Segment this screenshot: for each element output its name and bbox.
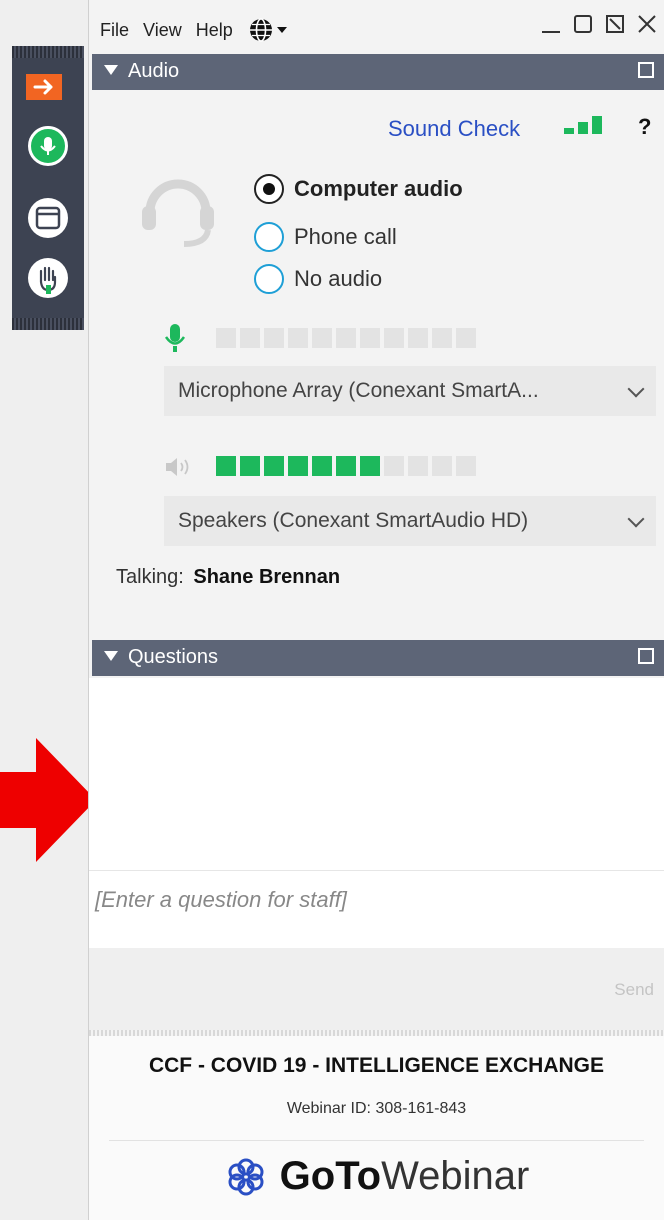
- meter-segment: [384, 456, 404, 476]
- microphone-device: Microphone Array (Conexant SmartA...: [178, 379, 539, 402]
- meter-segment: [360, 328, 380, 348]
- chevron-down-icon: [627, 380, 645, 398]
- meter-segment: [408, 456, 428, 476]
- help-mark[interactable]: ?: [638, 114, 651, 140]
- close-icon[interactable]: [636, 12, 658, 36]
- webinar-title: CCF - COVID 19 - INTELLIGENCE EXCHANGE: [148, 1054, 605, 1077]
- collapse-triangle-icon: [104, 651, 118, 661]
- speaker-select[interactable]: Speakers (Conexant SmartAudio HD): [164, 496, 656, 546]
- webinar-footer: CCF - COVID 19 - INTELLIGENCE EXCHANGE W…: [89, 1036, 664, 1220]
- meter-segment: [264, 456, 284, 476]
- meter-segment: [264, 328, 284, 348]
- meter-segment: [288, 328, 308, 348]
- meter-segment: [408, 328, 428, 348]
- meter-segment: [432, 328, 452, 348]
- logo-icon: [228, 1158, 264, 1195]
- sound-check-link[interactable]: Sound Check: [388, 116, 520, 142]
- meter-segment: [288, 456, 308, 476]
- menu-view[interactable]: View: [143, 20, 182, 41]
- talking-row: Talking: Shane Brennan: [116, 566, 340, 589]
- popout-icon[interactable]: [638, 648, 654, 664]
- red-arrow-icon: [0, 738, 96, 862]
- audio-title: Audio: [128, 60, 180, 82]
- menu-bar: File View Help: [100, 10, 287, 50]
- send-area: Send: [89, 948, 664, 1030]
- headset-icon: [142, 179, 214, 247]
- microphone-icon: [40, 137, 56, 155]
- globe-icon: [249, 18, 272, 42]
- label-phone-call[interactable]: Phone call: [294, 224, 397, 250]
- signal-bars-icon: [564, 116, 602, 134]
- speaker-icon: [166, 458, 189, 476]
- radio-no-audio[interactable]: [254, 264, 284, 294]
- send-button[interactable]: Send: [614, 980, 654, 1000]
- popout-icon[interactable]: [604, 12, 626, 36]
- meter-segment: [456, 328, 476, 348]
- raise-hand-icon: [39, 266, 57, 294]
- control-toolbar: [12, 46, 84, 330]
- brand-goto: GoTo: [279, 1154, 382, 1198]
- radio-phone-call[interactable]: [254, 222, 284, 252]
- caret-down-icon: [276, 27, 287, 33]
- arrow-right-icon: [33, 79, 53, 95]
- brand-webinar: Webinar: [381, 1154, 530, 1198]
- question-input[interactable]: [Enter a question for staff]: [89, 870, 664, 949]
- meter-segment: [336, 456, 356, 476]
- meter-segment: [336, 328, 356, 348]
- mute-button[interactable]: [28, 126, 68, 166]
- chevron-down-icon: [627, 510, 645, 528]
- radio-computer-audio[interactable]: [254, 174, 284, 204]
- label-computer-audio[interactable]: Computer audio: [294, 176, 463, 202]
- meter-segment: [312, 456, 332, 476]
- meter-segment: [432, 456, 452, 476]
- microphone-icon: [164, 324, 186, 352]
- questions-title: Questions: [128, 646, 219, 668]
- questions-header[interactable]: Questions: [92, 640, 664, 676]
- footer-divider: [109, 1140, 644, 1141]
- talking-label: Talking:: [116, 566, 184, 588]
- popout-icon[interactable]: [638, 62, 654, 78]
- meter-segment: [240, 456, 260, 476]
- raise-hand-button[interactable]: [28, 258, 68, 298]
- label-no-audio[interactable]: No audio: [294, 266, 382, 292]
- menu-file[interactable]: File: [100, 20, 129, 41]
- meter-segment: [216, 456, 236, 476]
- collapse-triangle-icon: [104, 65, 118, 75]
- screen-button[interactable]: [28, 198, 68, 238]
- meter-segment: [360, 456, 380, 476]
- webinar-id: Webinar ID: 308-161-843: [286, 1100, 467, 1117]
- talking-name: Shane Brennan: [193, 566, 341, 588]
- meter-segment: [384, 328, 404, 348]
- audio-header[interactable]: Audio: [92, 54, 664, 90]
- language-menu[interactable]: [247, 16, 287, 44]
- question-placeholder: [Enter a question for staff]: [95, 887, 347, 912]
- meter-segment: [456, 456, 476, 476]
- window-icon: [35, 206, 61, 230]
- window-controls: [540, 12, 658, 36]
- meter-segment: [216, 328, 236, 348]
- maximize-icon[interactable]: [572, 12, 594, 36]
- menu-help[interactable]: Help: [196, 20, 233, 41]
- meter-segment: [240, 328, 260, 348]
- mic-level-meter: [216, 328, 476, 348]
- speaker-level-meter: [216, 456, 476, 476]
- speaker-device: Speakers (Conexant SmartAudio HD): [178, 509, 529, 532]
- collapse-panel-button[interactable]: [26, 74, 62, 100]
- meter-segment: [312, 328, 332, 348]
- questions-log: [89, 678, 664, 870]
- minimize-icon[interactable]: [540, 12, 562, 36]
- brand-logo: GoToWebinar: [89, 1154, 664, 1199]
- microphone-select[interactable]: Microphone Array (Conexant SmartA...: [164, 366, 656, 416]
